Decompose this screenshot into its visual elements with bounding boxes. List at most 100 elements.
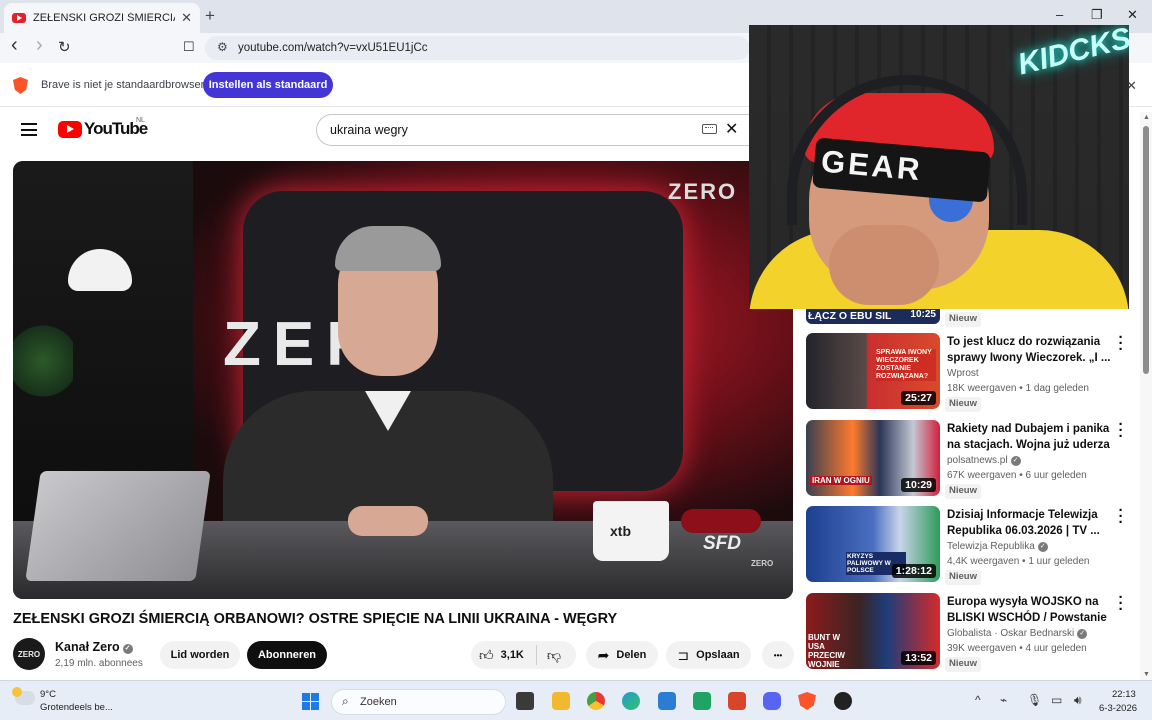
mug xyxy=(593,501,669,561)
page-scrollbar[interactable]: ▲ ▼ xyxy=(1140,112,1152,680)
brave-taskbar-icon[interactable] xyxy=(798,692,816,710)
share-icon: ➦ xyxy=(597,646,610,663)
weather-description[interactable]: Grotendeels be... xyxy=(40,702,113,713)
watermark: ZERO xyxy=(751,559,774,568)
youtube-logo-icon[interactable] xyxy=(58,121,82,138)
previous-recommendation-thumb[interactable]: ŁĄCZ O EBU SIL 10:25 xyxy=(806,308,940,324)
scroll-up-icon[interactable]: ▲ xyxy=(1143,114,1150,121)
obs-icon[interactable] xyxy=(834,692,852,710)
recommendation-item[interactable]: KRYZYS PALIWOWY W POLSCE 1:28:12 Dzisiaj… xyxy=(806,503,1136,585)
clock-time[interactable]: 22:13 xyxy=(1112,689,1136,700)
more-options-icon[interactable]: · · · xyxy=(1114,330,1128,357)
candy-bowl xyxy=(681,509,761,533)
recommendation-item[interactable]: SPRAWA IWONY WIECZOREK ZOSTANIE ROZWIĄZA… xyxy=(806,330,1136,412)
recommendation-channel[interactable]: polsatnews.pl ✓ xyxy=(947,455,1021,466)
new-badge: Nieuw xyxy=(945,484,981,499)
sheets-icon[interactable] xyxy=(693,692,711,710)
maximize-icon[interactable]: ❐ xyxy=(1091,7,1103,23)
recommendation-meta: 18K weergaven • 1 dag geleden xyxy=(947,383,1089,394)
laptop xyxy=(25,471,211,581)
share-button[interactable]: ➦ Delen xyxy=(586,641,658,669)
taskbar-search[interactable]: ⌕ Zoeken xyxy=(331,689,506,715)
recommendation-channel[interactable]: Telewizja Republika ✓ xyxy=(947,541,1048,552)
presenter-hands xyxy=(348,506,428,536)
join-button[interactable]: Lid worden xyxy=(160,641,240,669)
video-thumbnail[interactable]: SPRAWA IWONY WIECZOREK ZOSTANIE ROZWIĄZA… xyxy=(806,333,940,409)
recommendation-item[interactable]: IRAN W OGNIU 10:29 Rakiety nad Dubajem i… xyxy=(806,417,1136,499)
like-dislike-group: 👍︎ 3,1K 👎︎ xyxy=(471,641,576,669)
save-button[interactable]: ⊐ Opslaan xyxy=(666,641,751,669)
new-badge: Nieuw xyxy=(945,570,981,585)
like-count[interactable]: 3,1K xyxy=(501,649,524,661)
subscribe-button[interactable]: Abonneren xyxy=(247,641,327,669)
search-input[interactable]: ukraina wegry xyxy=(316,114,750,146)
recommendation-meta: 39K weergaven • 4 uur geleden xyxy=(947,643,1087,654)
search-query: ukraina wegry xyxy=(330,123,408,137)
recommendation-channel[interactable]: Globalista · Oskar Bednarski ✓ xyxy=(947,628,1088,639)
start-icon[interactable] xyxy=(302,693,319,710)
set-default-button[interactable]: Instellen als standaard xyxy=(203,72,333,98)
infobar-message: Brave is niet je standaardbrowser xyxy=(41,79,205,91)
weather-icon[interactable] xyxy=(12,687,35,705)
video-duration: 13:52 xyxy=(901,651,936,665)
video-player[interactable]: ZER● ZERO xtb SFD ZERO xyxy=(13,161,793,599)
back-icon[interactable]: ‹ xyxy=(11,34,18,57)
brave-logo-icon xyxy=(13,77,28,94)
window-close-icon[interactable]: ✕ xyxy=(1127,7,1138,23)
verified-icon: ✓ xyxy=(1037,542,1048,552)
edge-icon[interactable] xyxy=(622,692,640,710)
recommendation-channel[interactable]: Wprost xyxy=(947,368,979,379)
more-options-icon[interactable]: · · · xyxy=(1114,503,1128,530)
chrome-icon[interactable] xyxy=(587,692,605,710)
file-explorer-icon[interactable] xyxy=(552,692,570,710)
channel-avatar[interactable]: ZERO xyxy=(13,638,45,670)
new-badge: Nieuw xyxy=(945,312,981,327)
microphone-icon[interactable]: 🎙︎ xyxy=(1027,693,1042,707)
more-actions-button[interactable]: ••• xyxy=(762,641,794,669)
clock-date[interactable]: 6-3-2026 xyxy=(1099,703,1137,714)
recommendation-title[interactable]: Europa wysyła WOJSKO na BLISKI WSCHÓD / … xyxy=(947,594,1112,626)
keyboard-icon[interactable] xyxy=(702,124,717,134)
video-thumbnail[interactable]: BUNT W USA PRZECIW WOJNIE 13:52 xyxy=(806,593,940,669)
recommendation-title[interactable]: To jest klucz do rozwiązania sprawy Iwon… xyxy=(947,334,1112,366)
powerpoint-icon[interactable] xyxy=(728,692,746,710)
url-text: youtube.com/watch?v=vxU51EU1jCc xyxy=(238,42,428,54)
weather-temperature[interactable]: 9°C xyxy=(40,689,56,700)
like-icon[interactable]: 👍︎ xyxy=(479,647,494,664)
recommendation-meta: 67K weergaven • 6 uur geleden xyxy=(947,470,1087,481)
scrollbar-thumb[interactable] xyxy=(1143,126,1149,374)
tab-close-icon[interactable]: ✕ xyxy=(181,10,192,26)
reload-icon[interactable]: ↻ xyxy=(58,38,71,56)
recommendation-item[interactable]: BUNT W USA PRZECIW WOJNIE 13:52 Europa w… xyxy=(806,590,1136,672)
forward-icon[interactable]: › xyxy=(36,34,43,57)
network-icon[interactable]: ⌁ xyxy=(1000,693,1007,707)
volume-icon[interactable]: 🔊︎ xyxy=(1074,693,1082,708)
more-options-icon[interactable]: · · · xyxy=(1114,590,1128,617)
task-view-icon[interactable] xyxy=(516,692,534,710)
verified-icon: ✓ xyxy=(1010,456,1021,466)
channel-name[interactable]: Kanał Zero ✓ xyxy=(55,640,133,654)
word-icon[interactable] xyxy=(658,692,676,710)
new-tab-button[interactable]: + xyxy=(205,6,215,26)
video-thumbnail[interactable]: IRAN W OGNIU 10:29 xyxy=(806,420,940,496)
minimize-icon[interactable]: – xyxy=(1056,7,1063,22)
video-duration: 1:28:12 xyxy=(891,564,936,578)
scroll-down-icon[interactable]: ▼ xyxy=(1143,671,1150,678)
display-icon[interactable]: ▭ xyxy=(1051,693,1062,707)
search-icon: ⌕ xyxy=(342,694,349,708)
address-bar[interactable]: ⚙ youtube.com/watch?v=vxU51EU1jCc xyxy=(205,36,750,60)
video-thumbnail[interactable]: KRYZYS PALIWOWY W POLSCE 1:28:12 xyxy=(806,506,940,582)
discord-icon[interactable] xyxy=(763,692,781,710)
recommendation-title[interactable]: Dzisiaj Informacje Telewizja Republika 0… xyxy=(947,507,1112,539)
clear-search-icon[interactable]: ✕ xyxy=(725,119,738,139)
site-settings-icon[interactable]: ⚙ xyxy=(217,40,228,54)
video-title: ZEŁENSKI GROZI ŚMIERCIĄ ORBANOWI? OSTRE … xyxy=(13,611,618,627)
hamburger-menu-icon[interactable] xyxy=(21,123,37,136)
bookmark-icon[interactable]: ☐ xyxy=(183,39,195,55)
more-options-icon[interactable]: · · · xyxy=(1114,417,1128,444)
recommendation-title[interactable]: Rakiety nad Dubajem i panika na stacjach… xyxy=(947,421,1112,453)
browser-tab-active[interactable]: ZEŁENSKI GROZI ŚMIERCIĄ ORB ✕ xyxy=(4,3,200,33)
tray-overflow-icon[interactable]: ^ xyxy=(975,693,981,707)
dislike-icon[interactable]: 👎︎ xyxy=(547,647,561,664)
streamer-hand xyxy=(829,225,939,305)
